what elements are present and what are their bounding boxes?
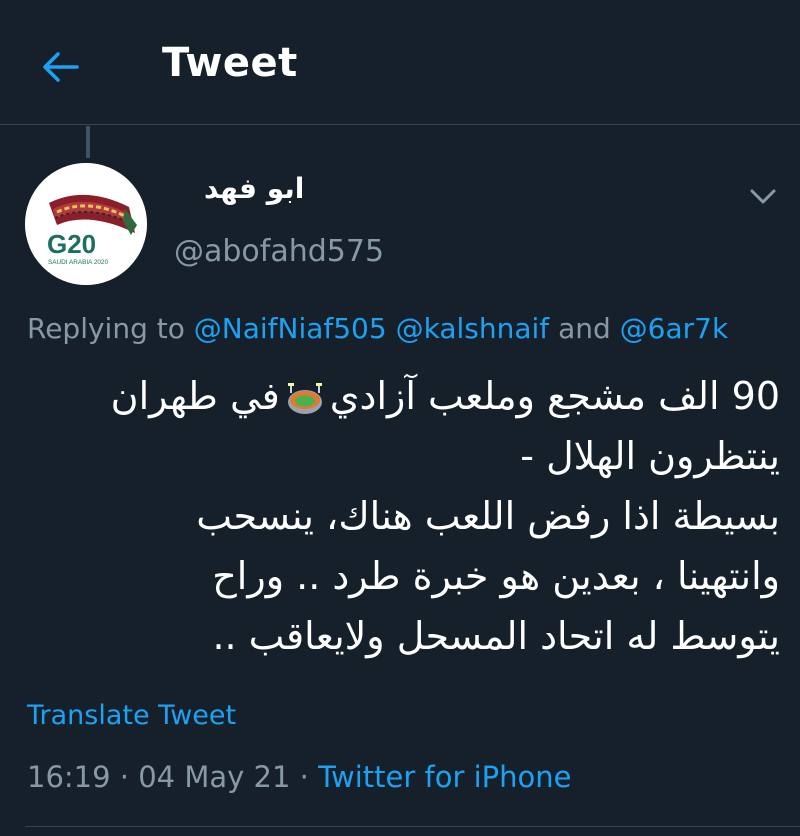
mention-link[interactable]: @NaifNiaf505 xyxy=(194,312,387,345)
tweet-body: 90 الف مشجع وملعب آزادي في طهران ينتظرون… xyxy=(20,366,780,666)
stadium-icon xyxy=(287,382,322,414)
avatar-logo-subtext: SAUDI ARABIA 2020 xyxy=(48,259,108,266)
arrow-left-icon xyxy=(43,52,79,82)
tweet-detail-page: Tweet G20 SAUDI ARABIA 2020 ابو فهد @abo… xyxy=(0,0,800,836)
tweet-text-line: 90 الف مشجع وملعب آزادي في طهران xyxy=(20,366,780,426)
tweet-text-line: بسيطة اذا رفض اللعب هناك، ينسحب xyxy=(196,494,780,538)
replying-and-label: and xyxy=(558,312,611,345)
tweet-text-segment: 90 الف مشجع وملعب آزادي xyxy=(329,374,780,418)
mention-link[interactable]: @6ar7k xyxy=(620,312,729,345)
user-handle[interactable]: @abofahd575 xyxy=(174,234,384,269)
mention-link[interactable]: @kalshnaif xyxy=(396,312,550,345)
meta-separator: · xyxy=(119,760,130,794)
meta-separator: · xyxy=(299,760,309,794)
g20-saudi-arabia-logo: G20 SAUDI ARABIA 2020 xyxy=(25,163,147,285)
header-bar: Tweet xyxy=(0,0,800,125)
tweet-text-line: يتوسط له اتحاد المسحل ولايعاقب .. xyxy=(212,614,780,658)
tweet-source-link[interactable]: Twitter for iPhone xyxy=(318,760,571,794)
tweet-text-line: وانتهينا ، بعدين هو خبرة طرد .. وراح xyxy=(212,554,780,598)
replying-to-label: Replying to xyxy=(27,312,185,345)
tweet-date: 04 May 21 xyxy=(138,760,291,794)
avatar[interactable]: G20 SAUDI ARABIA 2020 xyxy=(25,163,147,285)
avatar-logo-text: G20 xyxy=(47,229,96,259)
divider xyxy=(25,826,800,827)
thread-connector-line xyxy=(86,126,90,158)
page-title: Tweet xyxy=(162,40,298,86)
tweet-time: 16:19 xyxy=(27,760,111,794)
back-button[interactable] xyxy=(38,44,84,90)
translate-tweet-link[interactable]: Translate Tweet xyxy=(27,700,236,731)
chevron-down-icon xyxy=(750,189,776,204)
more-options-button[interactable] xyxy=(744,180,782,214)
replying-to-line: Replying to @NaifNiaf505 @kalshnaif and … xyxy=(27,312,728,345)
display-name[interactable]: ابو فهد xyxy=(204,172,304,205)
tweet-text-line: ينتظرون الهلال - xyxy=(520,434,780,478)
tweet-metadata: 16:19 · 04 May 21 · Twitter for iPhone xyxy=(27,760,572,794)
tweet-text-segment: في طهران xyxy=(110,374,280,418)
